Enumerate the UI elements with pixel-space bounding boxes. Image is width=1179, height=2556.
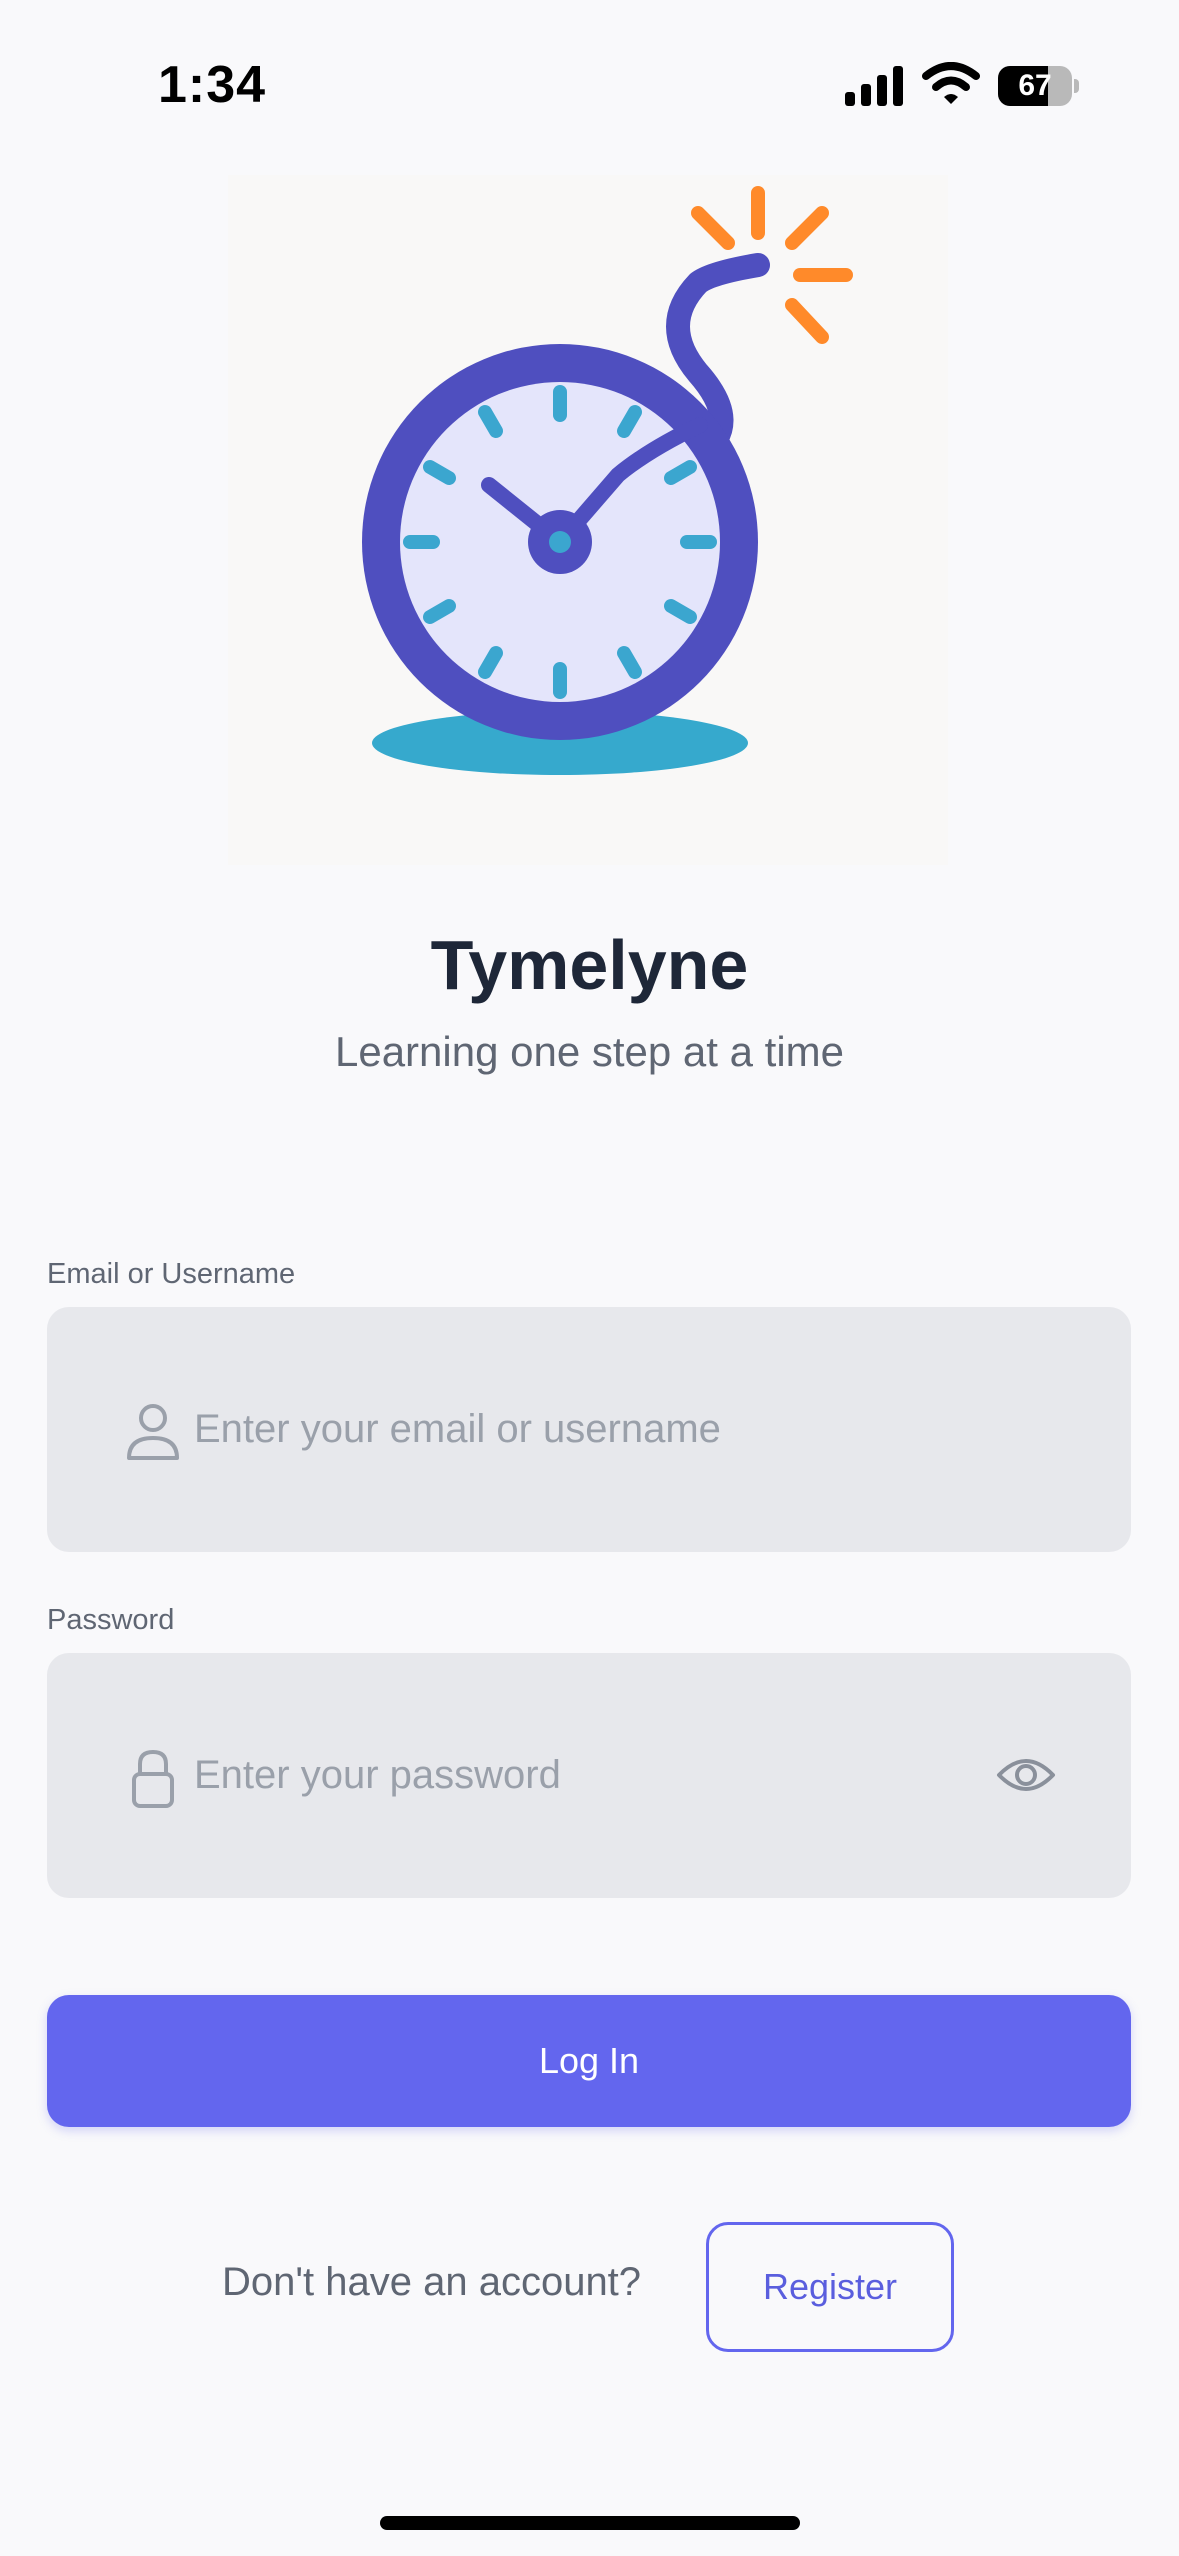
battery-icon: 67 [998,66,1079,106]
register-prompt: Don't have an account? [222,2260,642,2304]
password-field[interactable] [47,1653,1131,1898]
wifi-icon [922,62,980,104]
bomb-clock-logo-icon [362,186,853,775]
status-bar: 1:34 67 [0,0,1179,175]
eye-icon[interactable] [996,1753,1056,1797]
email-label: Email or Username [47,1258,296,1290]
password-label: Password [47,1604,175,1636]
register-row: Don't have an account? Register [0,2222,1179,2354]
home-indicator[interactable] [380,2516,800,2530]
register-button[interactable]: Register [706,2222,954,2352]
password-input[interactable] [194,1653,994,1898]
signal-icon [845,66,903,106]
email-field[interactable] [47,1307,1131,1552]
battery-level: 67 [1018,69,1052,102]
user-icon [127,1404,179,1460]
app-title: Tymelyne [430,926,749,1004]
app-logo [228,175,948,865]
status-time: 1:34 [158,56,267,114]
login-button[interactable]: Log In [47,1995,1131,2127]
email-input[interactable] [194,1307,994,1552]
lock-icon [132,1749,174,1808]
app-subtitle: Learning one step at a time [334,1028,844,1075]
